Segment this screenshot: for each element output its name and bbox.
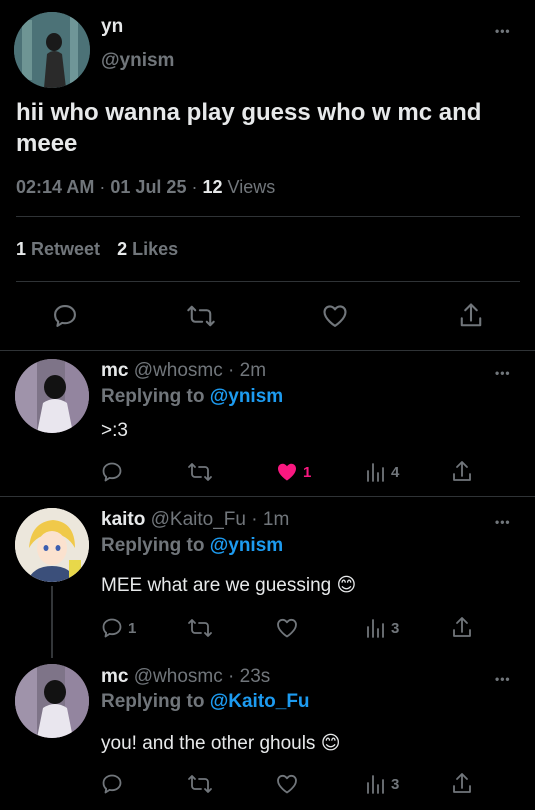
retweets-count: 1	[16, 239, 27, 259]
reply-handle[interactable]: @Kaito_Fu	[151, 509, 246, 530]
more-options-icon[interactable]: •••	[495, 366, 511, 380]
divider	[16, 216, 520, 217]
likes-stat[interactable]: 2 Likes	[117, 239, 178, 259]
reply-icon[interactable]	[51, 302, 79, 330]
share-icon[interactable]	[450, 459, 474, 485]
reply-avatar[interactable]	[15, 359, 89, 433]
engagement-stats: 1 Retweet 2 Likes	[16, 239, 178, 260]
retweets-label: Retweet	[31, 239, 101, 259]
share-icon[interactable]	[450, 771, 474, 797]
views-button[interactable]: 3	[365, 616, 399, 640]
reply-display-name[interactable]: mc	[101, 666, 128, 687]
more-options-icon[interactable]: •••	[495, 515, 511, 529]
reply-text: MEE what are we guessing 😊	[101, 575, 357, 596]
reply-header: kaito @Kaito_Fu · 1m	[101, 509, 289, 531]
retweet-icon[interactable]	[187, 460, 213, 484]
reply-text: >:3	[101, 420, 128, 441]
reply-icon[interactable]	[100, 772, 124, 796]
views-icon	[365, 460, 387, 484]
replying-to-handle[interactable]: @ynism	[210, 386, 283, 407]
reply-handle[interactable]: @whosmc	[134, 360, 223, 381]
replying-to: Replying to @ynism	[101, 535, 283, 557]
views-count: 3	[391, 775, 400, 793]
retweet-icon[interactable]	[187, 616, 213, 640]
more-options-icon[interactable]: •••	[495, 672, 511, 686]
meta-separator: ·	[251, 509, 258, 530]
replying-to-label: Replying to	[101, 386, 205, 407]
like-icon[interactable]	[275, 772, 299, 796]
reply-icon[interactable]	[100, 460, 124, 484]
reply-avatar[interactable]	[15, 508, 89, 582]
share-icon[interactable]	[457, 301, 485, 331]
like-button[interactable]: 1	[275, 460, 311, 484]
reply-age[interactable]: 2m	[240, 360, 266, 381]
like-filled-icon	[275, 460, 299, 484]
replying-to: Replying to @ynism	[101, 386, 283, 408]
reply-age[interactable]: 23s	[240, 666, 271, 687]
author-display-name[interactable]: yn	[101, 16, 123, 38]
likes-label: Likes	[132, 239, 179, 259]
reply-text: you! and the other ghouls 😊	[101, 733, 341, 754]
replying-to-handle[interactable]: @ynism	[210, 535, 283, 556]
divider	[16, 281, 520, 282]
like-count: 1	[303, 463, 312, 481]
views-button[interactable]: 3	[365, 772, 399, 796]
reply-count: 1	[128, 619, 137, 637]
tweet-text: hii who wanna play guess who w mc and me…	[16, 99, 482, 157]
views-button[interactable]: 4	[365, 460, 399, 484]
reply-age[interactable]: 1m	[263, 509, 289, 530]
divider	[0, 496, 535, 497]
reply-display-name[interactable]: mc	[101, 360, 128, 381]
views-count: 3	[391, 619, 400, 637]
retweets-stat[interactable]: 1 Retweet	[16, 239, 105, 259]
reply-avatar[interactable]	[15, 664, 89, 738]
like-icon[interactable]	[275, 616, 299, 640]
author-avatar[interactable]	[14, 12, 90, 88]
views-icon	[365, 772, 387, 796]
reply-header: mc @whosmc · 2m	[101, 360, 266, 382]
divider	[0, 350, 535, 351]
reply-button[interactable]: 1	[100, 616, 136, 640]
replying-to-label: Replying to	[101, 691, 205, 712]
like-icon[interactable]	[321, 302, 349, 330]
reply-header: mc @whosmc · 23s	[101, 666, 270, 688]
replying-to-handle[interactable]: @Kaito_Fu	[210, 691, 310, 712]
tweet-time: 02:14 AM	[16, 177, 95, 197]
meta-separator: ·	[99, 177, 106, 197]
meta-separator: ·	[228, 360, 235, 381]
tweet-meta: 02:14 AM · 01 Jul 25 · 12 Views	[16, 177, 275, 198]
reply-icon	[100, 616, 124, 640]
views-label: Views	[227, 177, 276, 197]
views-count: 12	[202, 177, 223, 197]
thread-line	[51, 586, 53, 658]
tweet-date: 01 Jul 25	[110, 177, 187, 197]
more-options-icon[interactable]: •••	[495, 24, 511, 38]
replying-to-label: Replying to	[101, 535, 205, 556]
replying-to: Replying to @Kaito_Fu	[101, 691, 310, 713]
views-icon	[365, 616, 387, 640]
author-handle[interactable]: @ynism	[101, 50, 174, 72]
meta-separator: ·	[191, 177, 198, 197]
retweet-icon[interactable]	[186, 302, 216, 330]
retweet-icon[interactable]	[187, 772, 213, 796]
views-count: 4	[391, 463, 400, 481]
reply-handle[interactable]: @whosmc	[134, 666, 223, 687]
likes-count: 2	[117, 239, 128, 259]
meta-separator: ·	[228, 666, 235, 687]
share-icon[interactable]	[450, 615, 474, 641]
reply-display-name[interactable]: kaito	[101, 509, 145, 530]
